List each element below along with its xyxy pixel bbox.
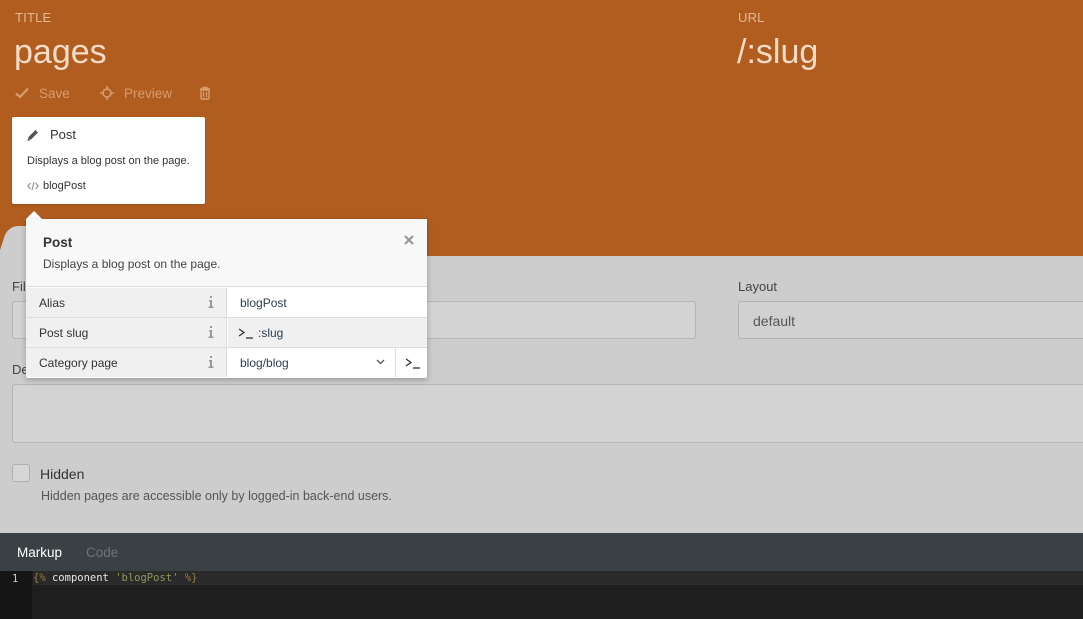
component-card-alias-text: blogPost bbox=[43, 180, 86, 192]
info-icon[interactable] bbox=[208, 356, 214, 368]
terminal-icon[interactable] bbox=[405, 356, 421, 370]
component-inspector-popup: Post Displays a blog post on the page. A… bbox=[26, 219, 427, 378]
description-input[interactable] bbox=[12, 384, 1083, 443]
component-card-title: Post bbox=[50, 127, 77, 142]
terminal-icon bbox=[238, 328, 253, 339]
hidden-checkbox[interactable] bbox=[12, 464, 30, 482]
crosshair-icon bbox=[100, 86, 114, 100]
hidden-help-text: Hidden pages are accessible only by logg… bbox=[41, 489, 392, 503]
trash-icon bbox=[200, 86, 210, 100]
preview-button[interactable]: Preview bbox=[100, 84, 172, 102]
code-icon bbox=[27, 181, 39, 191]
popup-description: Displays a blog post on the page. bbox=[43, 257, 221, 271]
tab-code[interactable]: Code bbox=[86, 545, 118, 560]
popup-arrow bbox=[26, 211, 42, 219]
property-row-post-slug: Post slug :slug bbox=[26, 318, 427, 348]
check-icon bbox=[15, 87, 29, 99]
pencil-icon bbox=[27, 130, 38, 141]
editor-gutter: 1 bbox=[0, 571, 32, 619]
property-row-alias: Alias blogPost bbox=[26, 288, 427, 318]
editor-tab-bar: Markup Code bbox=[0, 533, 1083, 571]
hidden-label[interactable]: Hidden bbox=[40, 466, 84, 482]
code-token-keyword: component bbox=[45, 572, 116, 584]
property-key: Post slug bbox=[26, 318, 227, 347]
layout-select[interactable]: default bbox=[738, 301, 1083, 339]
dropdown-selected-value: blog/blog bbox=[240, 356, 289, 370]
property-value-text: :slug bbox=[258, 326, 284, 340]
property-key: Alias bbox=[26, 288, 227, 317]
code-token-open: {% bbox=[33, 572, 46, 584]
chevron-down-icon bbox=[376, 359, 385, 365]
component-card-alias: blogPost bbox=[27, 180, 86, 192]
tab-markup[interactable]: Markup bbox=[17, 545, 62, 560]
popup-title: Post bbox=[43, 235, 73, 250]
save-button[interactable]: Save bbox=[15, 84, 70, 102]
code-token-close: %} bbox=[178, 572, 198, 584]
component-card-description: Displays a blog post on the page. bbox=[27, 155, 190, 167]
code-editor[interactable]: 1 {% component 'blogPost' %} bbox=[0, 571, 1083, 619]
property-value-dropdown[interactable]: blog/blog bbox=[228, 348, 427, 377]
page-header: TITLE pages URL /:slug Save Preview Post… bbox=[0, 0, 1083, 256]
component-card-post[interactable]: Post Displays a blog post on the page. b… bbox=[12, 117, 205, 204]
preview-button-label: Preview bbox=[124, 85, 173, 101]
property-key: Category page bbox=[26, 348, 227, 377]
title-input[interactable]: pages bbox=[14, 33, 107, 72]
layout-label: Layout bbox=[738, 279, 778, 294]
code-token-string: 'blogPost' bbox=[115, 572, 179, 584]
line-number: 1 bbox=[12, 573, 19, 585]
property-value-external[interactable]: :slug bbox=[228, 318, 427, 347]
property-value-input[interactable]: blogPost bbox=[228, 288, 427, 317]
url-input[interactable]: /:slug bbox=[737, 33, 818, 72]
title-label: TITLE bbox=[15, 10, 52, 25]
property-row-category-page: Category page blog/blog bbox=[26, 348, 427, 378]
code-line[interactable]: {% component 'blogPost' %} bbox=[33, 571, 1083, 585]
close-icon[interactable] bbox=[402, 233, 416, 247]
popup-header: Post Displays a blog post on the page. bbox=[26, 219, 427, 287]
url-label: URL bbox=[738, 10, 765, 25]
file-name-label: Fil bbox=[12, 279, 26, 294]
info-icon[interactable] bbox=[208, 326, 214, 338]
save-button-label: Save bbox=[39, 85, 70, 101]
delete-button[interactable] bbox=[199, 84, 221, 102]
info-icon[interactable] bbox=[208, 296, 214, 308]
